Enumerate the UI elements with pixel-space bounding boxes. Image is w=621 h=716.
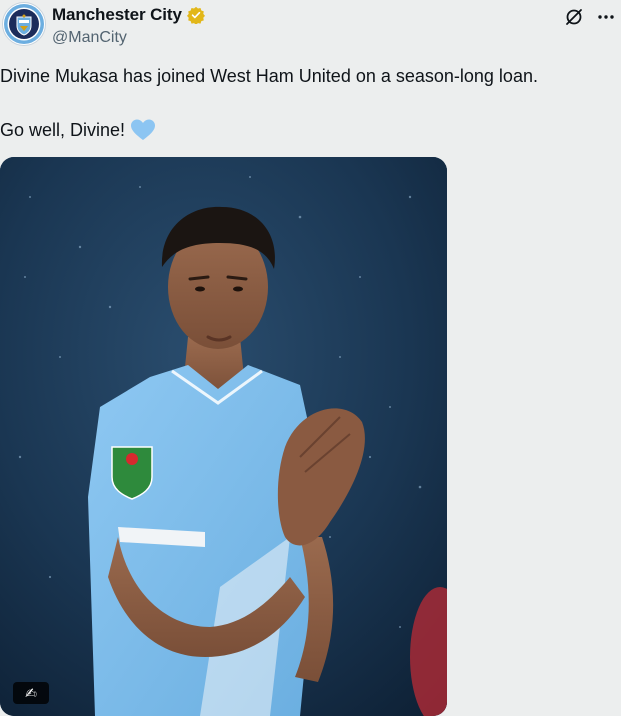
- grok-slash-icon[interactable]: [563, 6, 585, 28]
- photo-of-player-applauding-icon: [0, 157, 447, 716]
- tweet-card: Manchester City @ManCity Divine Mukasa h…: [0, 0, 621, 716]
- post-farewell-text: Go well, Divine!: [0, 120, 126, 140]
- avatar[interactable]: [2, 2, 46, 46]
- post-media-photo[interactable]: ✍: [0, 157, 447, 716]
- post-line-farewell: Go well, Divine!: [0, 118, 615, 142]
- gold-verified-badge-icon[interactable]: [186, 6, 205, 24]
- author-info: Manchester City @ManCity: [52, 5, 205, 47]
- author-handle[interactable]: @ManCity: [52, 29, 205, 47]
- media-tag-badge[interactable]: ✍: [13, 682, 49, 704]
- name-row: Manchester City: [52, 5, 205, 25]
- more-options-icon[interactable]: [595, 6, 617, 28]
- light-blue-heart-icon: [131, 119, 156, 141]
- display-name[interactable]: Manchester City: [52, 5, 182, 25]
- post-text: Divine Mukasa has joined West Ham United…: [0, 64, 615, 142]
- post-line-announcement: Divine Mukasa has joined West Ham United…: [0, 66, 538, 86]
- top-actions: [563, 6, 617, 28]
- manchester-city-crest-icon: [4, 4, 44, 44]
